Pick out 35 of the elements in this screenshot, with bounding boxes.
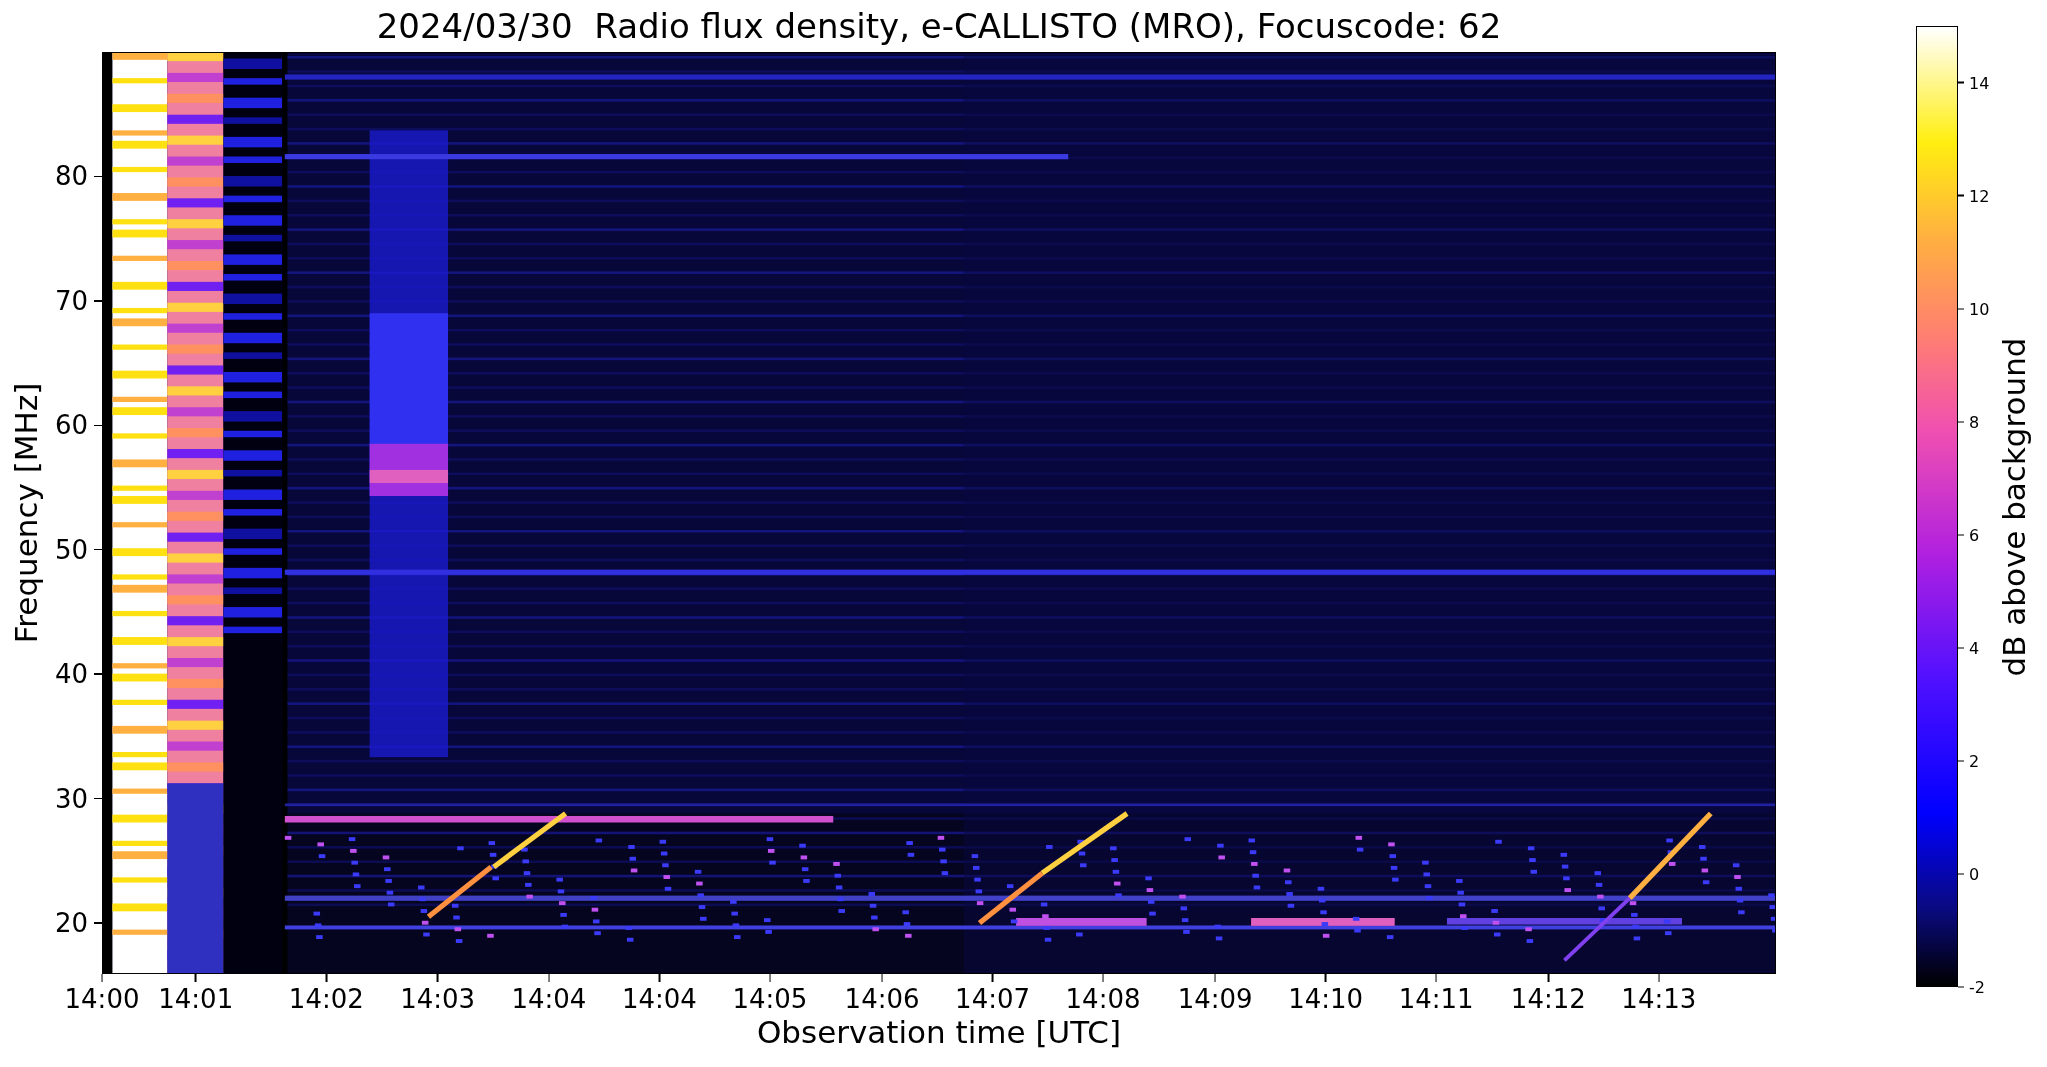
y-tick-label: 30	[54, 783, 88, 814]
x-tick-label: 14:01	[158, 984, 234, 1014]
colorbar-tick-label: 8	[1969, 412, 1980, 432]
x-tick-label: 14:08	[1065, 984, 1141, 1014]
x-axis-label: Observation time [UTC]	[755, 1014, 1123, 1050]
x-tick-label: 14:05	[732, 984, 808, 1014]
chart-title: 2024/03/30 Radio flux density, e-CALLISTO (MRO), Focuscode: 62	[375, 6, 1503, 46]
y-tick-label: 50	[54, 534, 88, 565]
colorbar-tick-label: 0	[1969, 864, 1980, 884]
x-tick-label: 14:12	[1510, 984, 1586, 1014]
colorbar-tick-label: -2	[1969, 977, 1985, 997]
y-tick-label: 70	[54, 285, 88, 316]
x-tick-label: 14:03	[400, 984, 476, 1014]
x-tick-label: 14:11	[1398, 984, 1474, 1014]
colorbar-tick-label: 14	[1969, 73, 1990, 92]
colorbar-tick-label: 2	[1969, 751, 1980, 771]
x-tick-label: 14:02	[288, 984, 364, 1014]
colorbar-tick-label: 6	[1969, 525, 1980, 545]
colorbar-tick-label: 10	[1969, 299, 1990, 319]
x-tick-label: 14:13	[1621, 984, 1697, 1014]
y-tick-label: 40	[54, 659, 88, 690]
x-tick-label: 14:04	[511, 984, 587, 1014]
colorbar-tick-label: 4	[1969, 638, 1980, 658]
x-tick-label: 14:09	[1177, 984, 1253, 1014]
y-tick-label: 60	[54, 410, 88, 441]
x-tick-label: 14:06	[844, 984, 920, 1014]
y-tick-label: 20	[54, 908, 88, 938]
x-tick-label: 14:10	[1288, 984, 1364, 1014]
colorbar-label: dB above background	[1996, 336, 2032, 677]
x-tick-label: 14:00	[64, 984, 140, 1014]
y-tick-label: 80	[54, 161, 88, 192]
y-axis-label: Frequency [MHz]	[8, 382, 44, 644]
colorbar-tick-label: 12	[1969, 186, 1990, 206]
x-tick-label: 14:07	[955, 984, 1031, 1014]
x-tick-label: 14:04	[621, 984, 697, 1014]
